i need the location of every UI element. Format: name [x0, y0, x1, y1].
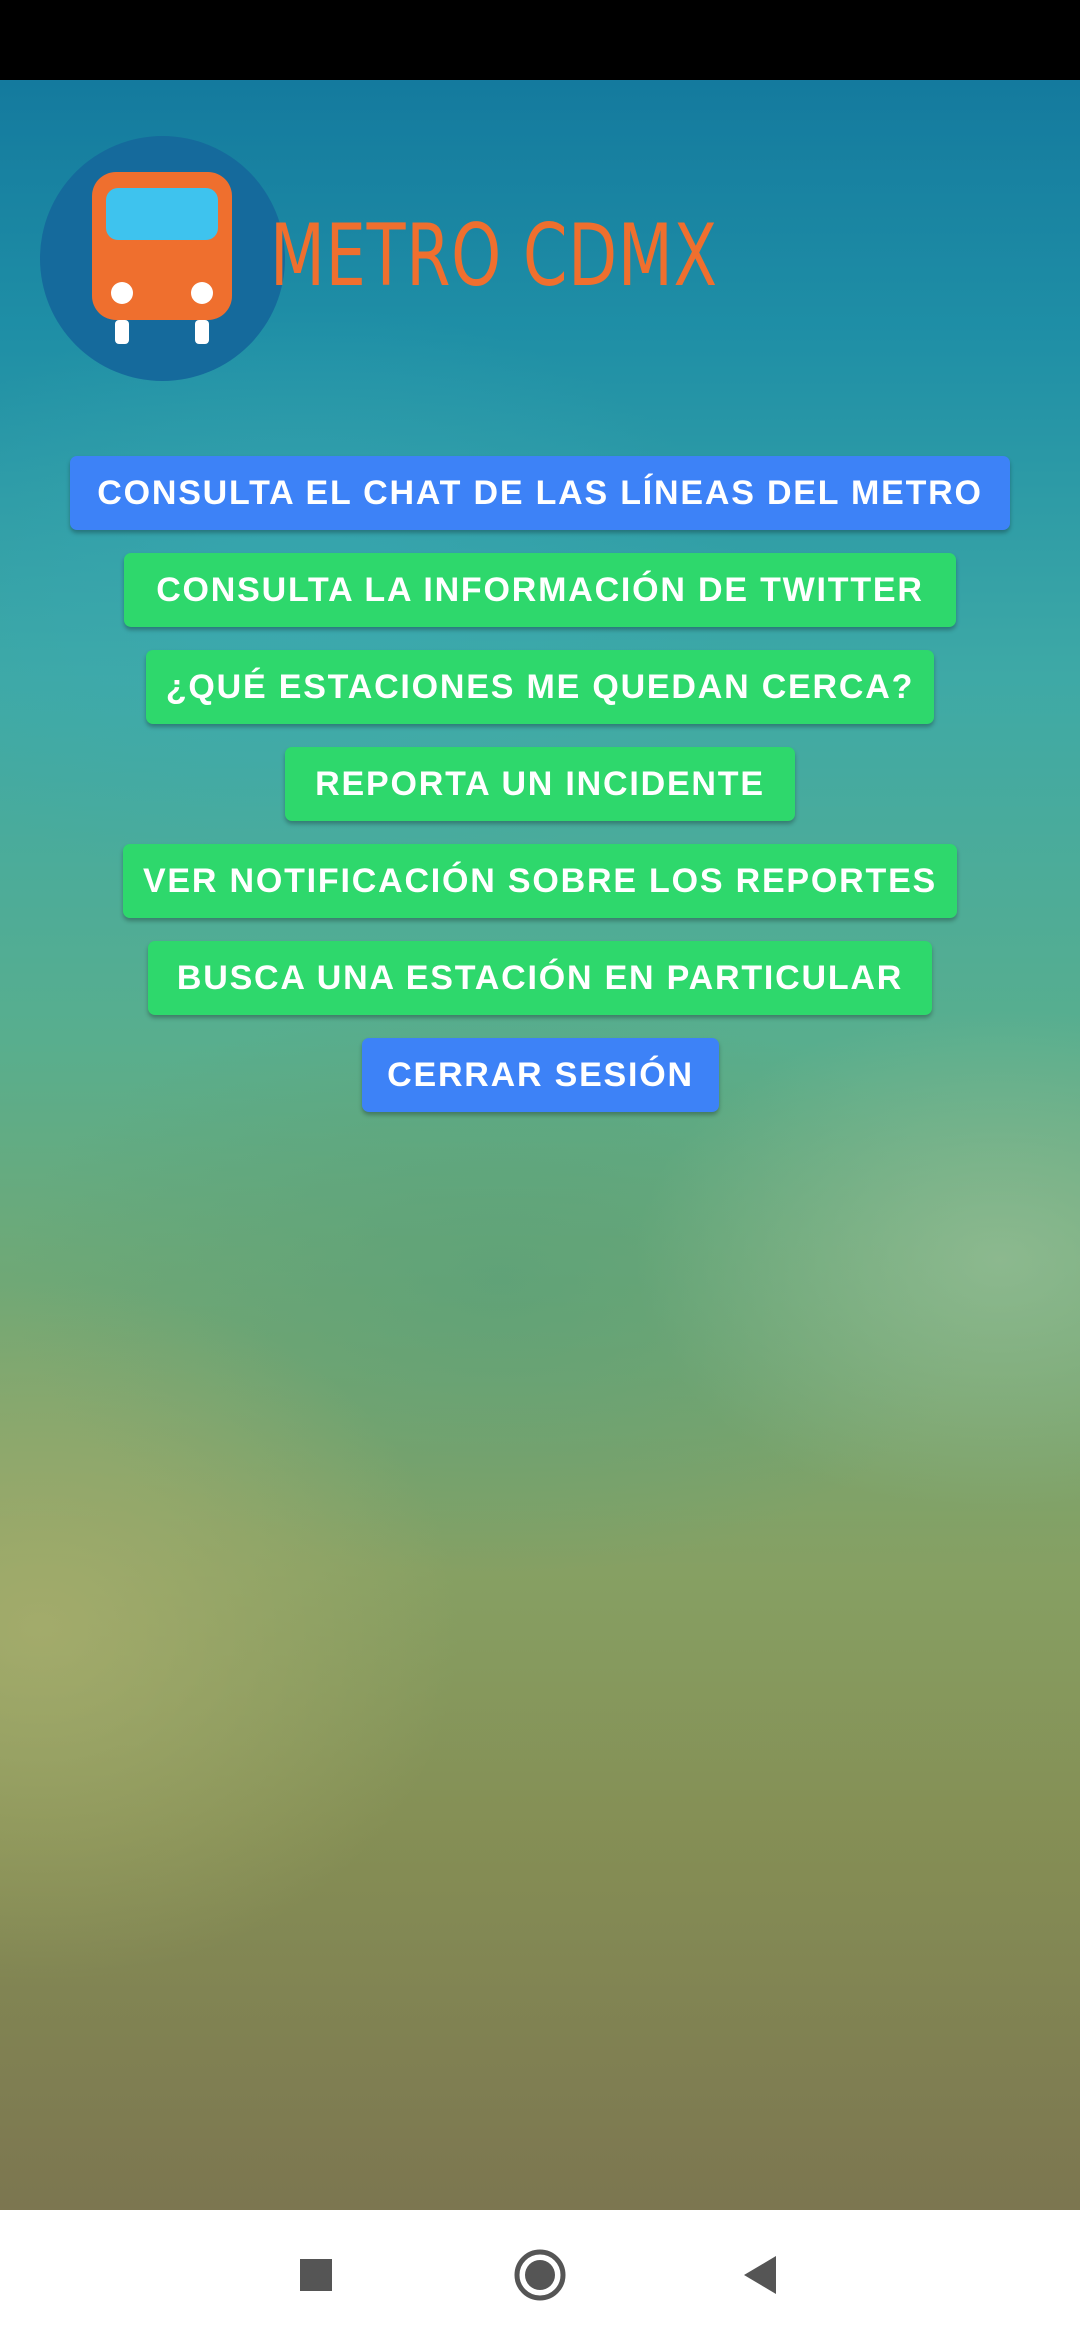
bus-icon: [92, 172, 232, 344]
circle-icon: [514, 2249, 566, 2301]
nearby-stations-button[interactable]: ¿QUÉ ESTACIONES ME QUEDAN CERCA?: [146, 650, 934, 724]
status-bar: [0, 0, 1080, 80]
report-incident-button[interactable]: REPORTA UN INCIDENTE: [285, 747, 795, 821]
app-screen: METRO CDMX CONSULTA EL CHAT DE LAS LÍNEA…: [0, 0, 1080, 2340]
logout-button[interactable]: CERRAR SESIÓN: [362, 1038, 719, 1112]
chat-lines-button[interactable]: CONSULTA EL CHAT DE LAS LÍNEAS DEL METRO: [70, 456, 1010, 530]
recents-button[interactable]: [280, 2240, 350, 2310]
logo-circle: [40, 136, 285, 381]
back-button[interactable]: [725, 2240, 795, 2310]
triangle-back-icon: [744, 2256, 776, 2294]
main-content: METRO CDMX CONSULTA EL CHAT DE LAS LÍNEA…: [0, 80, 1080, 2210]
home-button[interactable]: [505, 2240, 575, 2310]
search-station-button[interactable]: BUSCA UNA ESTACIÓN EN PARTICULAR: [148, 941, 932, 1015]
app-title: METRO CDMX: [270, 206, 718, 306]
system-navigation-bar: [0, 2210, 1080, 2340]
app-logo: METRO CDMX: [40, 136, 717, 386]
report-notifications-button[interactable]: VER NOTIFICACIÓN SOBRE LOS REPORTES: [123, 844, 957, 918]
square-icon: [300, 2259, 332, 2291]
twitter-info-button[interactable]: CONSULTA LA INFORMACIÓN DE TWITTER: [124, 553, 956, 627]
